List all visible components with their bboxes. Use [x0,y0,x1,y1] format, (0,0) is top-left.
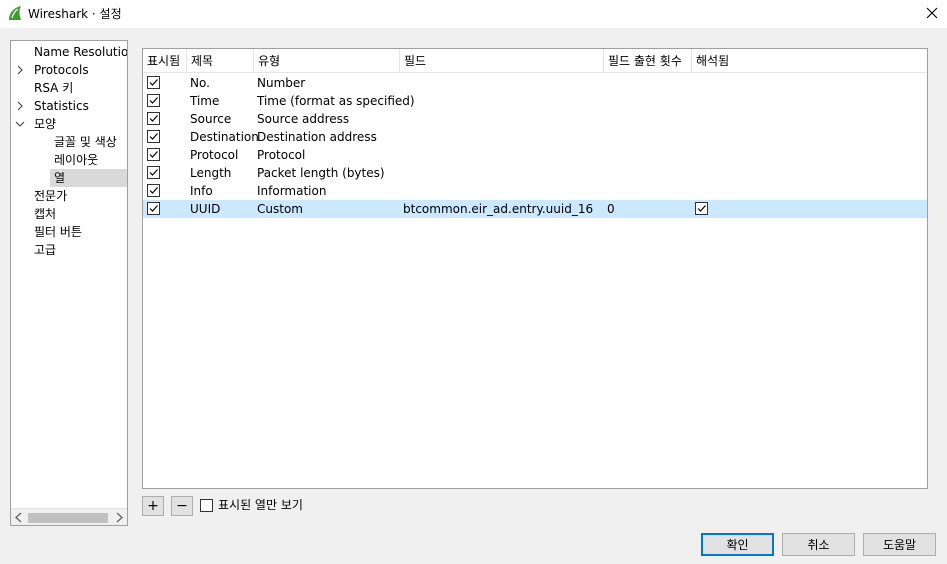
cell-type[interactable]: Protocol [257,146,305,164]
help-button[interactable]: 도움말 [863,533,936,556]
tree-item-label: 글꼴 및 색상 [54,135,117,149]
shown-checkbox[interactable] [147,94,160,107]
shown-checkbox[interactable] [147,166,160,179]
ok-button[interactable]: 확인 [701,533,774,556]
table-row[interactable]: Time Time (format as specified) [143,92,927,110]
tree-item-label: RSA 키 [34,81,74,95]
table-row[interactable]: Source Source address [143,110,927,128]
header-resolved[interactable]: 해석됨 [692,49,927,73]
tree-item[interactable]: 모양 [11,115,127,133]
cell-type[interactable]: Destination address [257,128,377,146]
tree-item[interactable]: 레이아웃 [11,151,127,169]
header-title[interactable]: 제목 [187,49,254,73]
cell-type[interactable]: Time (format as specified) [257,92,415,110]
title-bar: Wireshark · 설정 [0,0,947,28]
tree-item-label: 필터 버튼 [34,225,82,239]
cell-title[interactable]: Length [190,164,231,182]
shown-checkbox[interactable] [147,202,160,215]
chevron-right-icon[interactable] [15,65,25,75]
tree-item[interactable]: RSA 키 [11,79,127,97]
table-row[interactable]: No. Number [143,74,927,92]
cell-type[interactable]: Source address [257,110,349,128]
tree-item-label: 열 [54,171,66,185]
shown-checkbox[interactable] [147,148,160,161]
tree-item-label: 레이아웃 [54,153,99,167]
window-title: Wireshark · 설정 [28,7,122,21]
tree-item-label: 전문가 [34,189,68,203]
table-row[interactable]: Info Information [143,182,927,200]
table-header: 표시됨 제목 유형 필드 필드 출현 횟수 해석됨 [143,49,927,73]
cell-type[interactable]: Custom [257,200,303,218]
table-row[interactable]: Length Packet length (bytes) [143,164,927,182]
close-icon [926,7,938,19]
cancel-button[interactable]: 취소 [782,533,855,556]
cell-occurrence[interactable]: 0 [607,200,615,218]
tree-item[interactable]: 필터 버튼 [11,223,127,241]
tree-item[interactable]: 전문가 [11,187,127,205]
add-column-button[interactable]: + [142,496,164,516]
table-row[interactable]: Protocol Protocol [143,146,927,164]
cell-title[interactable]: Source [190,110,231,128]
cell-fields[interactable]: btcommon.eir_ad.entry.uuid_16 [403,200,593,218]
tree-item-label: 모양 [34,117,57,131]
cell-type[interactable]: Number [257,74,305,92]
scroll-left-icon[interactable] [14,512,24,523]
chevron-down-icon[interactable] [15,119,25,129]
show-displayed-only-checkbox[interactable] [200,499,213,512]
cell-type[interactable]: Packet length (bytes) [257,164,385,182]
header-fields[interactable]: 필드 [400,49,604,73]
cell-title[interactable]: No. [190,74,210,92]
header-occurrence[interactable]: 필드 출현 횟수 [604,49,692,73]
cell-title[interactable]: Protocol [190,146,238,164]
header-type[interactable]: 유형 [254,49,400,73]
tree-item[interactable]: Statistics [11,97,127,115]
tree-item[interactable]: Protocols [11,61,127,79]
resolved-checkbox[interactable] [695,202,708,215]
shown-checkbox[interactable] [147,184,160,197]
tree-item-label: 캡처 [34,207,57,221]
tree-item-label: Name Resolution [34,45,128,59]
scrollbar-thumb[interactable] [28,513,108,523]
tree-item-label: 고급 [34,243,57,257]
chevron-right-icon[interactable] [15,101,25,111]
table-row[interactable]: UUID Custom btcommon.eir_ad.entry.uuid_16 0 [143,200,927,218]
show-displayed-only-label: 표시된 열만 보기 [218,498,303,512]
preferences-tree[interactable]: Name Resolution Protocols RSA 키 Statistics 모… [10,40,128,526]
cell-type[interactable]: Information [257,182,326,200]
scroll-right-icon[interactable] [114,512,124,523]
columns-table[interactable]: 표시됨 제목 유형 필드 필드 출현 횟수 해석됨 No. Number Time T… [142,48,928,489]
remove-column-button[interactable]: − [171,496,193,516]
cell-title[interactable]: UUID [190,200,220,218]
tree-item[interactable]: Name Resolution [11,43,127,61]
shown-checkbox[interactable] [147,112,160,125]
tree-horizontal-scrollbar[interactable] [11,508,127,525]
cell-title[interactable]: Info [190,182,213,200]
shown-checkbox[interactable] [147,76,160,89]
tree-item[interactable]: 고급 [11,241,127,259]
tree-item-label: Statistics [34,99,89,113]
table-row[interactable]: Destination Destination address [143,128,927,146]
wireshark-fin-icon [7,5,23,21]
close-button[interactable] [917,0,947,26]
tree-item-label: Protocols [34,63,89,77]
tree-item[interactable]: 열 [50,169,127,187]
tree-item[interactable]: 글꼴 및 색상 [11,133,127,151]
header-shown[interactable]: 표시됨 [143,49,187,73]
shown-checkbox[interactable] [147,130,160,143]
tree-item[interactable]: 캡처 [11,205,127,223]
cell-title[interactable]: Time [190,92,219,110]
cell-title[interactable]: Destination [190,128,259,146]
